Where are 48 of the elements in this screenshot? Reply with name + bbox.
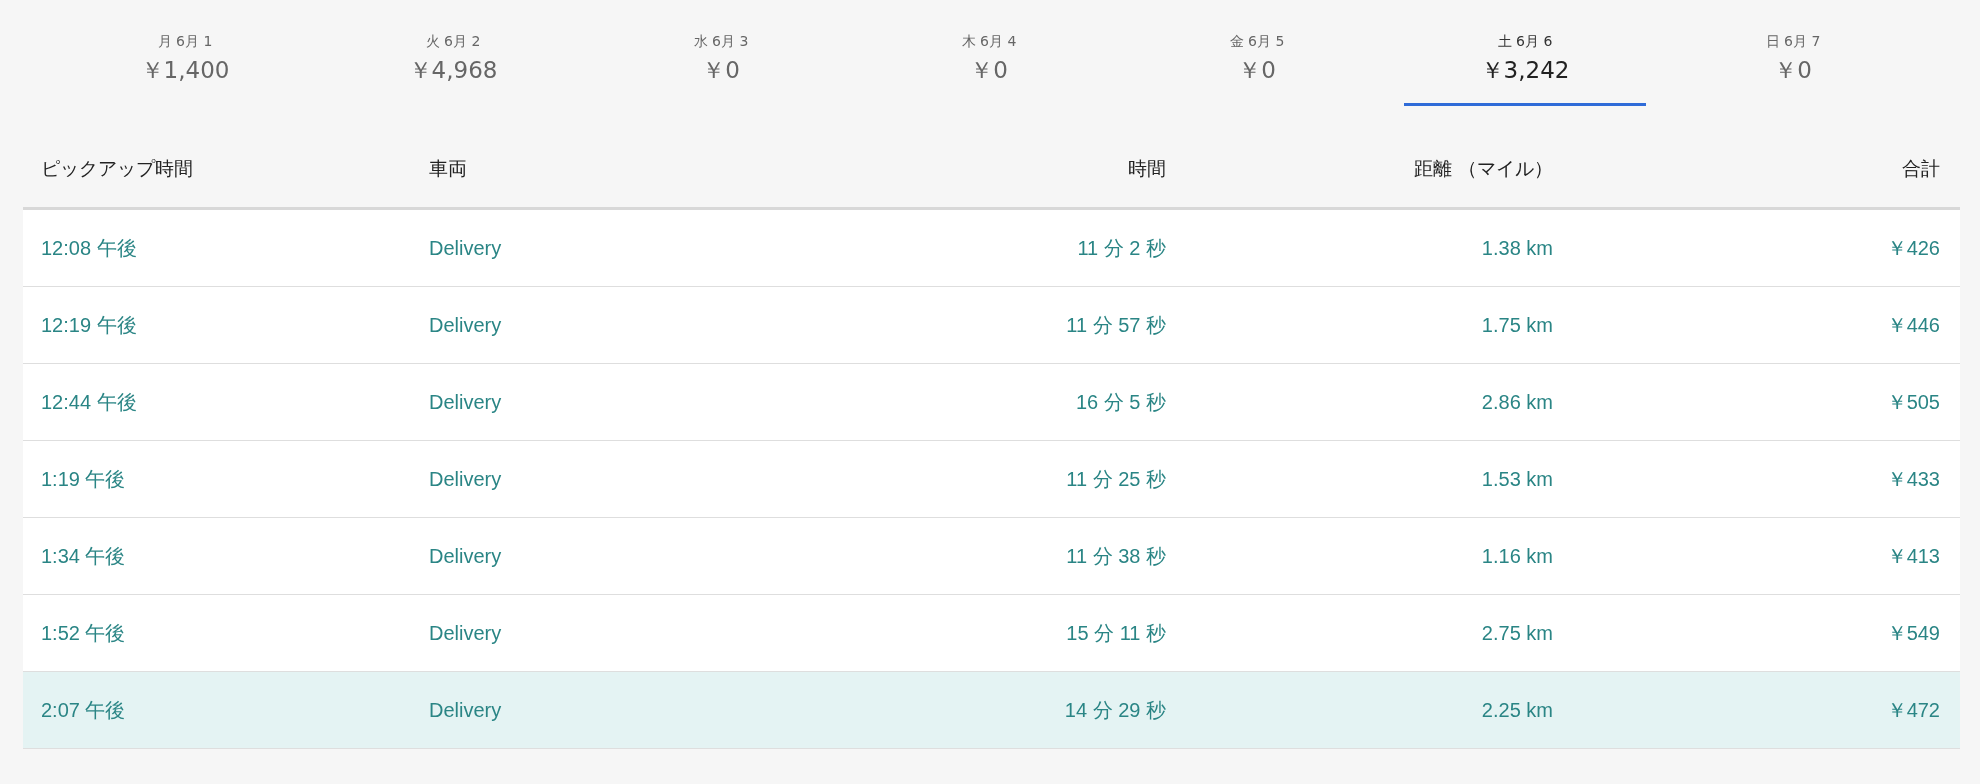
table-cell-text: 2.86 km [1480,390,1553,414]
table-cell-text: 2.75 km [1480,621,1553,645]
table-cell-text: 1:34 午後 [41,543,127,569]
table-cell-text: ￥413 [1885,543,1940,569]
table-cell-text: 12:44 午後 [41,389,138,415]
table-cell-text: 15 分 11 秒 [1065,620,1166,646]
table-cell-text: Delivery [429,544,503,568]
day-tab[interactable]: 金 6月 5 ￥0 [1123,0,1391,130]
column-header: 合計 [1901,155,1940,181]
table-cell-text: 16 分 5 秒 [1074,389,1166,415]
table-cell-text: 11 分 57 秒 [1065,312,1166,338]
table-cell-text: 2:07 午後 [41,697,127,723]
table-cell-text: ￥472 [1885,697,1940,723]
column-header: ピックアップ時間 [41,155,194,181]
table-row[interactable]: 2:07 午後 Delivery 14 分 29 秒 2.25 km ￥472 [23,672,1960,749]
table-cell-text: 12:08 午後 [41,235,138,261]
table-cell-text: Delivery [429,390,503,414]
table-cell-text: 11 分 2 秒 [1076,235,1166,261]
table-cell-text: 1.53 km [1480,467,1553,491]
day-tab[interactable]: 木 6月 4 ￥0 [855,0,1123,130]
table-cell-text: 1.16 km [1480,544,1553,568]
table-cell-text: ￥446 [1885,312,1940,338]
table-cell-text: Delivery [429,236,503,260]
table-cell-text: 1.75 km [1480,313,1553,337]
table-cell-text: ￥426 [1885,235,1940,261]
column-header: 距離 （マイル） [1412,155,1553,181]
column-header: 車両 [429,155,468,181]
day-tab[interactable]: 月 6月 1 ￥1,400 [51,0,319,130]
table-cell-text: 1:52 午後 [41,620,127,646]
day-tab[interactable]: 水 6月 3 ￥0 [587,0,855,130]
table-cell-text: 11 分 38 秒 [1065,543,1166,569]
table-cell-text: 11 分 25 秒 [1065,466,1166,492]
table-cell-text: Delivery [429,467,503,491]
table-cell-text: 12:19 午後 [41,312,138,338]
table-cell-text: 14 分 29 秒 [1063,697,1166,723]
day-tab[interactable]: 日 6月 7 ￥0 [1659,0,1927,130]
table-cell-text: Delivery [429,621,503,645]
table-cell-text: ￥505 [1885,389,1940,415]
table-cell-text: ￥433 [1885,466,1940,492]
table-cell-text: 1.38 km [1480,236,1553,260]
column-header: 時間 [1127,155,1166,181]
table-cell-text: ￥549 [1885,620,1940,646]
day-tab[interactable]: 土 6月 6 ￥3,242 [1391,0,1659,130]
table-cell-text: Delivery [429,313,503,337]
table-cell-text: 2.25 km [1480,698,1553,722]
day-tab[interactable]: 火 6月 2 ￥4,968 [319,0,587,130]
table-cell-text: Delivery [429,698,503,722]
table-cell-text: 1:19 午後 [41,466,127,492]
